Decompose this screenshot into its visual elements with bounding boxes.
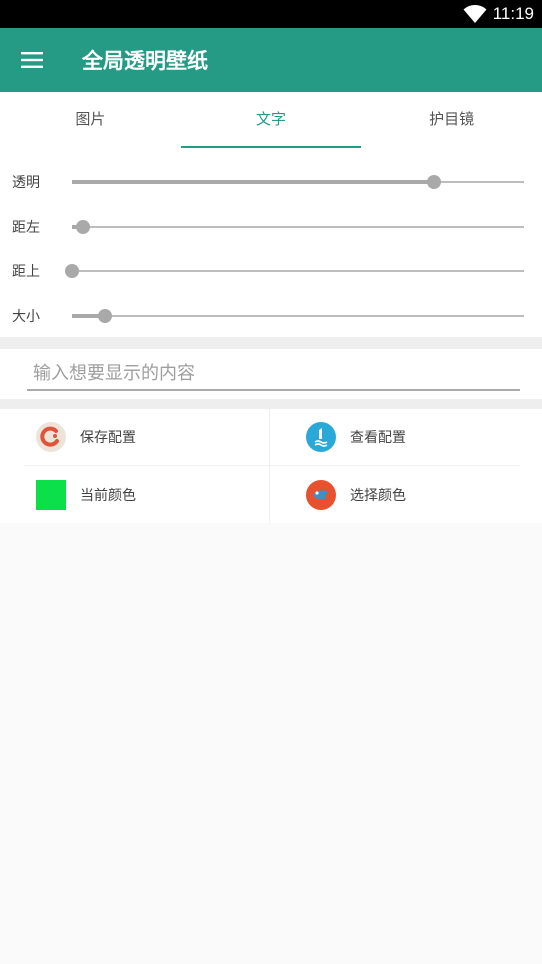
opacity-slider[interactable]: [72, 175, 524, 190]
current-color-swatch: [36, 479, 66, 510]
slider-row-top: 距上: [0, 249, 542, 294]
menu-icon: [21, 52, 43, 68]
tab-text[interactable]: 文字: [180, 92, 362, 148]
action-grid: 保存配置 查看配置 当前颜色 选择颜色: [0, 409, 542, 523]
slider-panel: 透明 距左 距上 大小: [0, 148, 542, 337]
input-area: [0, 349, 542, 399]
view-config-button[interactable]: 查看配置: [270, 409, 520, 466]
slider-thumb[interactable]: [426, 175, 441, 190]
tab-image[interactable]: 图片: [0, 92, 181, 148]
divider: [0, 337, 542, 349]
slider-thumb[interactable]: [97, 308, 112, 323]
slider-row-size: 大小: [0, 294, 542, 339]
view-config-icon: [306, 422, 336, 452]
save-config-label: 保存配置: [80, 430, 136, 446]
wifi-icon: [463, 5, 487, 23]
slider-label-opacity: 透明: [12, 175, 40, 192]
current-color-button[interactable]: 当前颜色: [0, 466, 270, 523]
status-time: 11:19: [492, 4, 534, 23]
slider-thumb[interactable]: [65, 264, 79, 279]
app-bar: 全局透明壁纸: [0, 28, 542, 92]
status-bar: 11:19: [0, 0, 542, 28]
page-title: 全局透明壁纸: [82, 49, 208, 73]
view-config-label: 查看配置: [350, 430, 406, 446]
palette-icon: [306, 479, 336, 510]
choose-color-label: 选择颜色: [350, 487, 406, 504]
choose-color-button[interactable]: 选择颜色: [270, 466, 542, 523]
slider-label-left: 距左: [12, 219, 40, 236]
tab-eye-protection[interactable]: 护目镜: [361, 92, 542, 148]
slider-thumb[interactable]: [76, 219, 91, 234]
slider-fill: [72, 180, 434, 185]
slider-row-opacity: 透明: [0, 160, 542, 205]
content-input[interactable]: [27, 361, 520, 391]
slider-label-size: 大小: [12, 308, 40, 325]
left-offset-slider[interactable]: [72, 219, 524, 234]
slider-label-top: 距上: [12, 264, 40, 281]
save-config-button[interactable]: 保存配置: [24, 409, 270, 466]
save-config-icon: [36, 422, 66, 452]
slider-row-left: 距左: [0, 205, 542, 250]
size-slider[interactable]: [72, 308, 524, 323]
divider: [0, 399, 542, 409]
tab-bar: 图片 文字 护目镜: [0, 92, 542, 148]
current-color-label: 当前颜色: [80, 487, 136, 504]
top-offset-slider[interactable]: [65, 264, 524, 279]
menu-button[interactable]: [0, 28, 64, 92]
